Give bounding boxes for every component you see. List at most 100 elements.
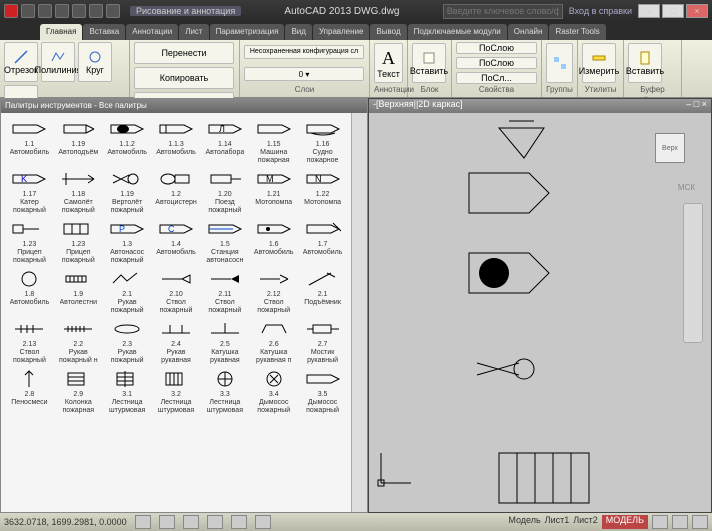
palette-item[interactable]: 2.12Ствол пожарный: [249, 267, 298, 315]
line-button[interactable]: Отрезок: [4, 42, 38, 82]
palette-item[interactable]: K 1.17Катер пожарный: [5, 167, 54, 215]
palette-item[interactable]: 2.13Ствол пожарный: [5, 317, 54, 365]
plot-icon[interactable]: [106, 4, 120, 18]
palette-item[interactable]: 2.4Рукав рукавная: [152, 317, 201, 365]
color-dropdown[interactable]: ПоСлою: [456, 42, 537, 54]
help-search-input[interactable]: [443, 4, 563, 19]
palette-item[interactable]: 1.20Поезд пожарный: [200, 167, 249, 215]
tab-raster[interactable]: Raster Tools: [549, 24, 605, 40]
status-icon[interactable]: [672, 515, 688, 529]
viewcube-face[interactable]: Верх: [655, 133, 685, 163]
palette-item[interactable]: 1.15Машина пожарная: [249, 117, 298, 165]
tab-parametric[interactable]: Параметризация: [210, 24, 285, 40]
layer-dropdown[interactable]: 0 ▾: [244, 67, 364, 81]
circle-button[interactable]: Круг: [78, 42, 112, 82]
palette-item[interactable]: 1.7Автомобиль: [298, 217, 347, 265]
palette-item[interactable]: 1.19Автоподъём: [54, 117, 103, 165]
view-cube[interactable]: Верх: [645, 123, 695, 173]
tab-layout[interactable]: Лист: [179, 24, 208, 40]
palette-item[interactable]: 3.4Дымосос пожарный: [249, 367, 298, 415]
palette-item[interactable]: 1.19Вертолёт пожарный: [103, 167, 152, 215]
osnap-toggle[interactable]: [231, 515, 247, 529]
palette-item[interactable]: 3.1Лестница штурмовая: [103, 367, 152, 415]
tab-online[interactable]: Онлайн: [508, 24, 549, 40]
status-icon[interactable]: [692, 515, 708, 529]
redo-icon[interactable]: [89, 4, 103, 18]
palette-item[interactable]: 1.16Судно пожарное: [298, 117, 347, 165]
workspace-tab[interactable]: Рисование и аннотация: [130, 6, 241, 16]
new-icon[interactable]: [21, 4, 35, 18]
drawing-area[interactable]: -[Верхняя||2D каркас] – □ × Верх МСК: [368, 98, 712, 513]
palette-item[interactable]: 1.23Прицеп пожарный: [5, 217, 54, 265]
palette-item[interactable]: 3.2Лестница штурмовая: [152, 367, 201, 415]
tab-view[interactable]: Вид: [285, 24, 311, 40]
layer-state-dropdown[interactable]: Несохраненная конфигурация сл: [244, 45, 364, 59]
layout-tab-2[interactable]: Лист2: [573, 515, 598, 529]
palette-item[interactable]: C 1.4Автомобиль: [152, 217, 201, 265]
undo-icon[interactable]: [72, 4, 86, 18]
paste-button[interactable]: Вставить: [628, 43, 662, 83]
palette-item[interactable]: 1.5Станция автонасосн: [200, 217, 249, 265]
palette-item[interactable]: 1.2Автоцистерн: [152, 167, 201, 215]
lineweight-dropdown[interactable]: ПоСлою: [456, 57, 537, 69]
viewport-controls[interactable]: – □ ×: [686, 99, 707, 113]
palette-item[interactable]: 2.10Ствол пожарный: [152, 267, 201, 315]
palette-item[interactable]: 1.8Автомобиль: [5, 267, 54, 315]
group-button[interactable]: [546, 43, 573, 83]
palette-item[interactable]: 2.9Колонка пожарная: [54, 367, 103, 415]
palette-item[interactable]: 2.2Рукав пожарный н: [54, 317, 103, 365]
palette-item[interactable]: 2.7Мостик рукавный: [298, 317, 347, 365]
text-button[interactable]: AТекст: [374, 43, 403, 83]
palette-item[interactable]: 2.8Пеносмеси: [5, 367, 54, 415]
maximize-button[interactable]: □: [662, 4, 684, 18]
layout-tab-model[interactable]: Модель: [508, 515, 540, 529]
palette-item[interactable]: 1.1Автомобиль: [5, 117, 54, 165]
close-button[interactable]: ×: [686, 4, 708, 18]
tab-insert[interactable]: Вставка: [83, 24, 125, 40]
palette-item[interactable]: 1.1.3Автомобиль: [152, 117, 201, 165]
palette-item[interactable]: 1.6Автомобиль: [249, 217, 298, 265]
palette-item[interactable]: 1.9Автолестни: [54, 267, 103, 315]
model-space-button[interactable]: МОДЕЛЬ: [602, 515, 648, 529]
canvas[interactable]: Верх МСК: [369, 113, 711, 512]
grid-toggle[interactable]: [159, 515, 175, 529]
palette-side-tabs[interactable]: [351, 113, 367, 512]
open-icon[interactable]: [38, 4, 52, 18]
palette-item[interactable]: 1.23Прицеп пожарный: [54, 217, 103, 265]
copy-button[interactable]: Копировать: [134, 67, 234, 89]
palette-item[interactable]: P 1.3Автонасос пожарный: [103, 217, 152, 265]
palette-item[interactable]: 2.3Рукав пожарный: [103, 317, 152, 365]
palette-item[interactable]: 2.5Катушка рукавная: [200, 317, 249, 365]
palette-item[interactable]: Л 1.14Автолабора: [200, 117, 249, 165]
palette-item[interactable]: N 1.22Мотопомпа: [298, 167, 347, 215]
polar-toggle[interactable]: [207, 515, 223, 529]
status-icon[interactable]: [652, 515, 668, 529]
tab-annotate[interactable]: Аннотации: [126, 24, 178, 40]
palette-grid[interactable]: 1.1Автомобиль 1.19Автоподъём 1.1.2Автомо…: [1, 113, 351, 512]
palette-item[interactable]: 2.1Рукав пожарный: [103, 267, 152, 315]
palette-item[interactable]: 3.3Лестница штурмовая: [200, 367, 249, 415]
palette-item[interactable]: 2.11Ствол пожарный: [200, 267, 249, 315]
save-icon[interactable]: [55, 4, 69, 18]
tab-plugins[interactable]: Подключаемые модули: [408, 24, 507, 40]
palette-item[interactable]: 2.6Катушка рукавная п: [249, 317, 298, 365]
palette-item[interactable]: М 1.21Мотопомпа: [249, 167, 298, 215]
navigation-bar[interactable]: [683, 203, 703, 343]
otrack-toggle[interactable]: [255, 515, 271, 529]
insert-button[interactable]: Вставить: [412, 43, 446, 83]
linetype-dropdown[interactable]: ПоСл...: [456, 72, 537, 84]
ortho-toggle[interactable]: [183, 515, 199, 529]
palette-item[interactable]: 2.1Подъёмник: [298, 267, 347, 315]
measure-button[interactable]: Измерить: [582, 43, 616, 83]
signin-link[interactable]: Вход в справки: [569, 6, 632, 16]
minimize-button[interactable]: –: [638, 4, 660, 18]
app-menu-icon[interactable]: [4, 4, 18, 18]
tab-output[interactable]: Вывод: [370, 24, 406, 40]
tab-manage[interactable]: Управление: [313, 24, 369, 40]
palette-item[interactable]: 1.1.2Автомобиль: [103, 117, 152, 165]
polyline-button[interactable]: Полилиния: [41, 42, 75, 82]
palette-item[interactable]: 1.18Самолёт пожарный: [54, 167, 103, 215]
tab-home[interactable]: Главная: [40, 24, 82, 40]
palette-item[interactable]: 3.5Дымосос пожарный: [298, 367, 347, 415]
snap-toggle[interactable]: [135, 515, 151, 529]
